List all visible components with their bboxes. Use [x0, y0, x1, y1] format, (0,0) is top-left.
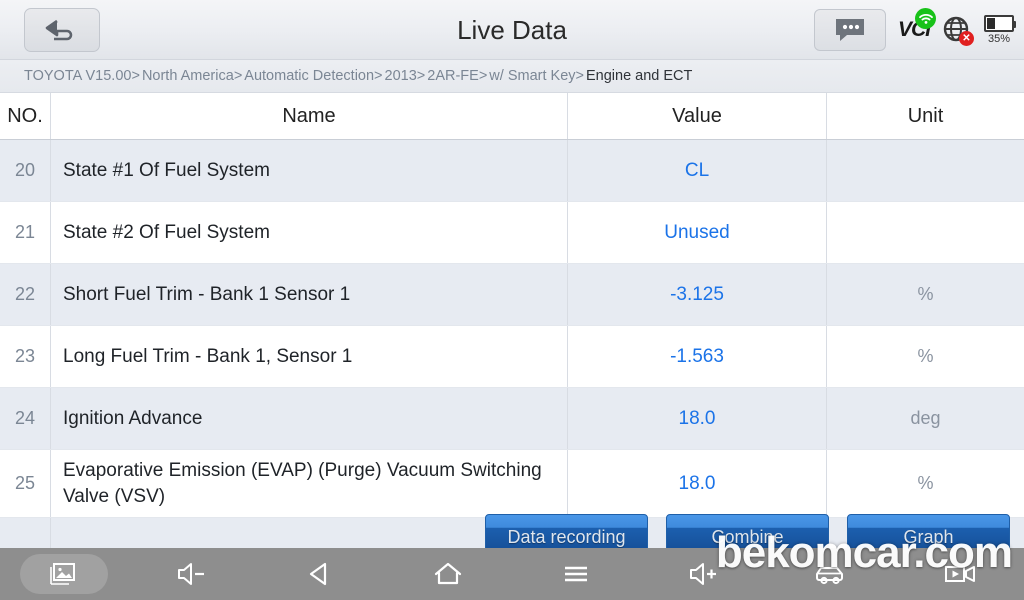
- row-value: -3.125: [670, 283, 724, 305]
- breadcrumb-separator: >: [478, 68, 488, 84]
- breadcrumb-item[interactable]: Engine and ECT: [586, 68, 692, 84]
- header-no: NO.: [7, 104, 43, 127]
- back-arrow-icon: [45, 19, 73, 40]
- table-row[interactable]: 23 Long Fuel Trim - Bank 1, Sensor 1 -1.56…: [0, 326, 1024, 388]
- breadcrumb-item[interactable]: North America: [142, 68, 234, 84]
- app-root: Live Data VCI ✕ 35% TOYOTA V15.00 > Nort…: [0, 0, 1024, 600]
- table-row[interactable]: 24 Ignition Advance 18.0 deg: [0, 388, 1024, 450]
- battery-percent: 35%: [987, 33, 1011, 45]
- row-value: 18.0: [678, 472, 716, 494]
- back-triangle-icon: [309, 562, 327, 586]
- row-number: 22: [14, 284, 36, 304]
- row-number: 24: [14, 408, 36, 428]
- vci-status[interactable]: VCI: [898, 8, 936, 42]
- table-row[interactable]: 20 State #1 Of Fuel System CL: [0, 140, 1024, 202]
- breadcrumb[interactable]: TOYOTA V15.00 > North America > Automatic …: [0, 60, 1024, 93]
- breadcrumb-item[interactable]: TOYOTA V15.00: [24, 68, 131, 84]
- row-value: 18.0: [678, 407, 716, 429]
- chat-bubble-icon: [835, 19, 864, 41]
- header-unit: Unit: [907, 104, 944, 127]
- live-data-table: NO. Name Value Unit 20 State #1 Of Fuel S…: [0, 93, 1024, 581]
- row-unit: %: [917, 346, 934, 366]
- table-header-row: NO. Name Value Unit: [0, 93, 1024, 140]
- row-number: 21: [14, 222, 36, 242]
- row-name: Evaporative Emission (EVAP) (Purge) Vacu…: [63, 460, 542, 507]
- breadcrumb-item[interactable]: 2013: [385, 68, 417, 84]
- table-row[interactable]: 21 State #2 Of Fuel System Unused: [0, 202, 1024, 264]
- battery-icon: [984, 15, 1016, 32]
- header-value: Value: [568, 93, 827, 139]
- breadcrumb-item[interactable]: w/ Smart Key: [489, 68, 575, 84]
- nav-screen-record[interactable]: [896, 548, 1024, 600]
- row-name: Ignition Advance: [63, 407, 203, 429]
- nav-menu[interactable]: [512, 548, 640, 600]
- nav-back[interactable]: [256, 548, 384, 600]
- header-name: Name: [50, 93, 568, 139]
- row-unit: %: [917, 473, 934, 494]
- menu-icon: [565, 566, 587, 582]
- home-icon: [434, 562, 462, 585]
- row-number: 20: [14, 160, 36, 180]
- screenshot-icon: [50, 563, 75, 585]
- nav-volume-up[interactable]: [640, 548, 768, 600]
- table-row[interactable]: 22 Short Fuel Trim - Bank 1 Sensor 1 -3.12…: [0, 264, 1024, 326]
- back-button[interactable]: [24, 7, 100, 52]
- nav-volume-down[interactable]: [128, 548, 256, 600]
- breadcrumb-item[interactable]: 2AR-FE: [427, 68, 479, 84]
- disconnected-badge-icon: ✕: [959, 31, 974, 46]
- nav-screenshot[interactable]: [0, 548, 128, 600]
- chat-button[interactable]: [813, 9, 886, 51]
- car-icon: [816, 567, 843, 585]
- android-nav-bar: [0, 548, 1024, 600]
- title-bar: Live Data VCI ✕ 35%: [0, 0, 1024, 60]
- screen-record-icon: [945, 566, 975, 582]
- table-row[interactable]: 25 Evaporative Emission (EVAP) (Purge) Va…: [0, 450, 1024, 519]
- row-name: Short Fuel Trim - Bank 1 Sensor 1: [63, 283, 351, 305]
- breadcrumb-item[interactable]: Automatic Detection: [244, 68, 374, 84]
- row-name: State #2 Of Fuel System: [63, 221, 270, 243]
- breadcrumb-separator: >: [374, 68, 383, 84]
- breadcrumb-separator: >: [575, 68, 584, 84]
- row-value: Unused: [664, 221, 730, 243]
- battery-indicator: 35%: [984, 15, 1016, 45]
- breadcrumb-separator: >: [416, 68, 426, 84]
- nav-home[interactable]: [384, 548, 512, 600]
- row-name: State #1 Of Fuel System: [63, 159, 270, 181]
- row-value: -1.563: [670, 345, 724, 367]
- row-value: CL: [684, 159, 710, 181]
- volume-up-icon: [690, 563, 716, 585]
- breadcrumb-separator: >: [131, 68, 140, 84]
- row-unit: %: [917, 284, 934, 304]
- volume-down-icon: [178, 563, 204, 585]
- row-unit: deg: [910, 408, 941, 428]
- nav-car[interactable]: [768, 548, 896, 600]
- breadcrumb-separator: >: [233, 68, 243, 84]
- wifi-icon: [915, 8, 936, 29]
- table-body: 20 State #1 Of Fuel System CL 21 State #2 Of…: [0, 140, 1024, 519]
- status-icons: VCI ✕ 35%: [813, 0, 1016, 60]
- row-number: 25: [14, 473, 36, 494]
- row-number: 23: [14, 346, 36, 366]
- network-status[interactable]: ✕: [942, 15, 974, 46]
- row-name: Long Fuel Trim - Bank 1, Sensor 1: [63, 345, 353, 367]
